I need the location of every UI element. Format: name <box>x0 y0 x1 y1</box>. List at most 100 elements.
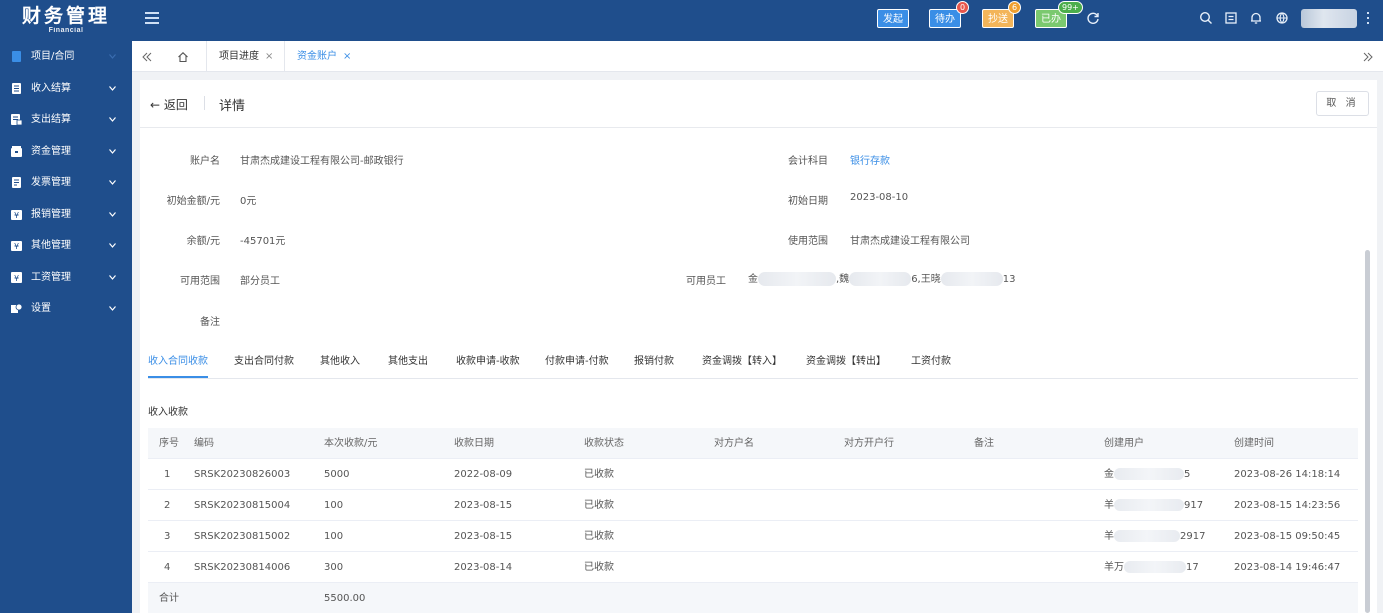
staff-name: 金 <box>748 274 758 285</box>
table-row[interactable]: 1 SRSK20230826003 5000 2022-08-09 已收款 金5… <box>148 459 1358 490</box>
chevron-down-icon <box>109 148 116 154</box>
home-tab[interactable] <box>168 41 198 72</box>
refresh-icon[interactable] <box>1086 11 1100 25</box>
sidebar-item-label: 工资管理 <box>31 271 71 283</box>
table-row[interactable]: 3 SRSK20230815002 100 2023-08-15 已收款 羊 29… <box>148 521 1358 552</box>
cell-code: SRSK20230815002 <box>194 531 291 542</box>
record-type-tabs: 收入合同收款 支出合同付款 其他收入 其他支出 收款申请-收款 付款申请-付款 … <box>148 355 1358 379</box>
detail-card: ← 返回 详情 取 消 账户名 甘肃杰成建设工程有限公司-邮政银行 会计科目 银… <box>140 80 1377 613</box>
tab-fund-transfer-out[interactable]: 资金调拨【转出】 <box>806 355 886 369</box>
available-staff-value: 金 ,魏 6,王晓 13 <box>748 270 1015 286</box>
scroll-left-button[interactable] <box>132 41 162 72</box>
card-header: ← 返回 详情 取 消 <box>140 80 1377 128</box>
available-staff-label: 可用员工 <box>686 276 726 287</box>
todo-button[interactable]: 待办 0 <box>929 1 970 28</box>
cell-created-time: 2023-08-26 14:18:14 <box>1234 469 1341 480</box>
tab-project-progress[interactable]: 项目进度 × <box>206 41 285 72</box>
close-icon[interactable]: × <box>265 51 273 62</box>
cancel-button[interactable]: 取 消 <box>1316 91 1369 116</box>
column-header: 收款状态 <box>584 438 624 449</box>
tab-other-expense[interactable]: 其他支出 <box>388 355 428 369</box>
sidebar-item-reimbursement-management[interactable]: ¥ 报销管理 <box>0 199 132 231</box>
column-header: 收款日期 <box>454 438 494 449</box>
menu-toggle-icon[interactable] <box>145 12 159 26</box>
tab-fund-account[interactable]: 资金账户 × <box>284 41 363 72</box>
account-name-label: 账户名 <box>190 156 220 167</box>
initial-date-value: 2023-08-10 <box>850 192 909 203</box>
cell-no: 1 <box>164 469 171 480</box>
done-button[interactable]: 已办 99+ <box>1035 1 1083 28</box>
avatar[interactable] <box>1301 9 1357 28</box>
creator-text: 羊 <box>1104 500 1114 511</box>
balance-value: -45701元 <box>240 236 286 247</box>
redacted-blur <box>1124 561 1186 573</box>
chevron-down-icon <box>109 211 116 217</box>
redacted-blur <box>1114 468 1184 480</box>
chevron-down-icon <box>109 117 116 122</box>
chevron-down-icon <box>109 85 116 91</box>
invoice-icon <box>12 177 21 188</box>
sidebar-item-salary-management[interactable]: ¥ 工资管理 <box>0 262 132 294</box>
reimbursement-icon: ¥ <box>11 209 22 220</box>
page-title: 详情 <box>219 99 246 114</box>
sidebar-item-income-settlement[interactable]: 收入结算 <box>0 73 132 105</box>
table-summary-row: 合计 5500.00 <box>148 583 1358 613</box>
tab-receipt-application[interactable]: 收款申请-收款 <box>456 355 520 369</box>
cc-badge: 6 <box>1008 1 1022 14</box>
tab-income-contract-receipt[interactable]: 收入合同收款 <box>148 355 208 378</box>
cell-no: 3 <box>164 531 171 542</box>
close-icon[interactable]: × <box>343 51 351 62</box>
sidebar-item-expense-settlement[interactable]: 支出结算 <box>0 104 132 136</box>
cell-date: 2023-08-15 <box>454 531 513 542</box>
available-scope-value: 部分员工 <box>240 276 280 287</box>
initiate-button[interactable]: 发起 <box>877 9 909 28</box>
tab-expense-contract-payment[interactable]: 支出合同付款 <box>234 355 294 369</box>
staff-name: 13 <box>1002 274 1016 285</box>
tab-reimbursement-payment[interactable]: 报销付款 <box>634 355 674 369</box>
cell-code: SRSK20230826003 <box>194 469 291 480</box>
more-icon[interactable] <box>1367 12 1369 24</box>
sidebar-item-invoice-management[interactable]: 发票管理 <box>0 167 132 199</box>
sidebar-item-label: 报销管理 <box>31 208 71 220</box>
globe-icon[interactable] <box>1275 11 1289 25</box>
cc-button[interactable]: 抄送 6 <box>982 1 1022 28</box>
document-icon <box>12 51 21 62</box>
scrollbar[interactable] <box>1365 250 1370 613</box>
bell-icon[interactable] <box>1249 11 1263 25</box>
initial-date-label: 初始日期 <box>788 196 828 207</box>
subject-label: 会计科目 <box>788 156 828 167</box>
tab-payment-application[interactable]: 付款申请-付款 <box>545 355 609 369</box>
chevron-down-icon <box>109 306 116 311</box>
tab-label: 项目进度 <box>219 51 259 62</box>
tab-salary-payment[interactable]: 工资付款 <box>911 355 951 369</box>
svg-text:¥: ¥ <box>14 242 19 251</box>
sidebar-item-settings[interactable]: 设置 <box>0 293 132 325</box>
sidebar-item-other-management[interactable]: ¥ 其他管理 <box>0 230 132 262</box>
scroll-right-button[interactable] <box>1353 41 1383 72</box>
cell-creator: 羊 917 <box>1104 490 1203 521</box>
cell-code: SRSK20230815004 <box>194 500 291 511</box>
sidebar-item-label: 发票管理 <box>31 177 71 188</box>
back-button[interactable]: ← 返回 <box>150 96 188 113</box>
tab-fund-transfer-in[interactable]: 资金调拨【转入】 <box>702 355 782 369</box>
cc-label: 抄送 <box>988 14 1008 25</box>
table-row[interactable]: 2 SRSK20230815004 100 2023-08-15 已收款 羊 91… <box>148 490 1358 521</box>
subject-value[interactable]: 银行存款 <box>850 152 890 167</box>
column-header: 对方户名 <box>714 438 754 449</box>
svg-text:¥: ¥ <box>14 211 19 220</box>
salary-icon: ¥ <box>11 271 22 283</box>
chevron-down-icon <box>109 274 116 280</box>
divider <box>204 96 205 110</box>
sidebar-item-fund-management[interactable]: 资金管理 <box>0 136 132 168</box>
cell-creator: 羊 2917 <box>1104 521 1205 552</box>
search-icon[interactable] <box>1199 11 1213 25</box>
home-icon <box>178 52 188 63</box>
sidebar-item-project-contract[interactable]: 项目/合同 <box>0 41 132 73</box>
todo-badge: 0 <box>956 1 970 14</box>
table-row[interactable]: 4 SRSK20230814006 300 2023-08-14 已收款 羊万 1… <box>148 552 1358 583</box>
tab-other-income[interactable]: 其他收入 <box>320 355 360 369</box>
redacted-blur <box>758 272 836 286</box>
cell-creator: 羊万 17 <box>1104 552 1199 583</box>
message-icon[interactable] <box>1224 11 1238 25</box>
staff-name: 6,王晓 <box>911 274 941 285</box>
